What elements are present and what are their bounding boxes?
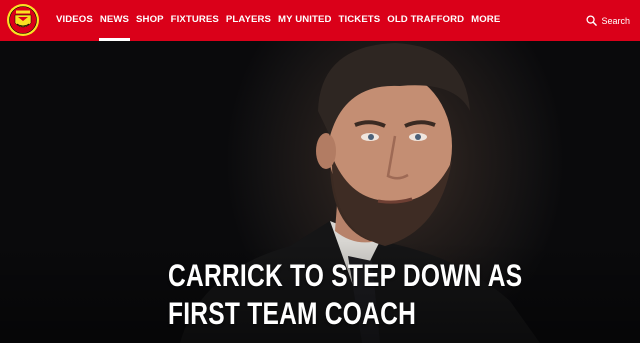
nav-item-videos[interactable]: VIDEOS xyxy=(56,0,93,41)
hero-headline[interactable]: CARRICK TO STEP DOWN AS FIRST TEAM COACH xyxy=(168,256,522,332)
nav-item-old-trafford[interactable]: OLD TRAFFORD xyxy=(387,0,464,41)
hero-banner[interactable]: CARRICK TO STEP DOWN AS FIRST TEAM COACH xyxy=(0,41,640,343)
nav-item-my-united[interactable]: MY UNITED xyxy=(278,0,332,41)
nav-item-tickets[interactable]: TICKETS xyxy=(339,0,381,41)
search-label: Search xyxy=(601,15,630,26)
top-navigation-bar: VIDEOS NEWS SHOP FIXTURES PLAYERS MY UNI… xyxy=(0,0,640,41)
hero-headline-line-1: CARRICK TO STEP DOWN AS xyxy=(168,257,523,293)
hero-headline-line-2: FIRST TEAM COACH xyxy=(168,295,417,331)
nav-item-fixtures[interactable]: FIXTURES xyxy=(171,0,219,41)
nav-item-news[interactable]: NEWS xyxy=(98,0,131,41)
nav-item-players[interactable]: PLAYERS xyxy=(226,0,271,41)
manchester-united-crest-icon[interactable] xyxy=(6,3,40,37)
main-menu: VIDEOS NEWS SHOP FIXTURES PLAYERS MY UNI… xyxy=(56,0,507,41)
search-icon xyxy=(586,15,598,26)
search-button[interactable]: Search xyxy=(586,0,630,41)
nav-item-shop[interactable]: SHOP xyxy=(136,0,164,41)
nav-item-more[interactable]: MORE xyxy=(471,0,500,41)
